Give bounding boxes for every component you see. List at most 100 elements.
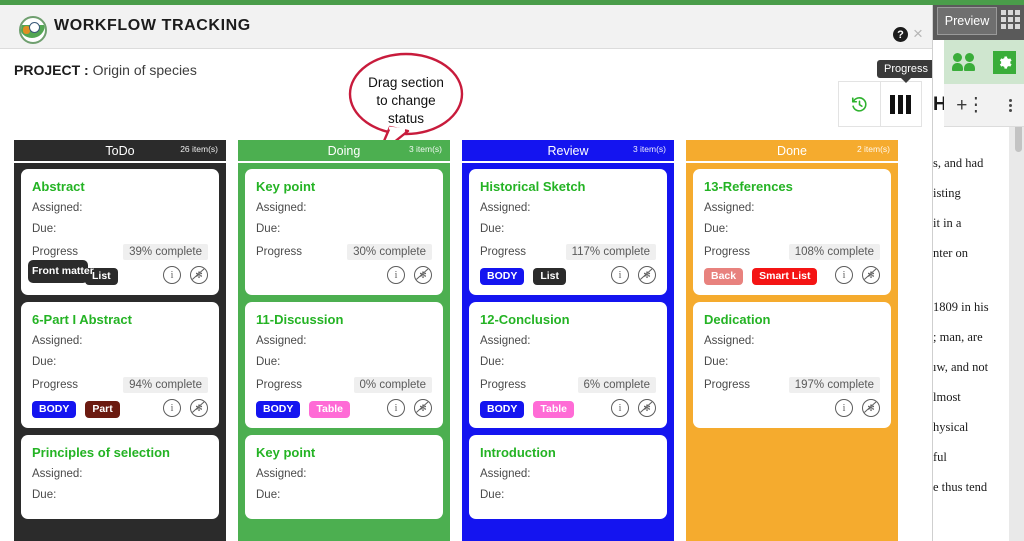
column-card-list: 13-ReferencesAssigned:Due:Progress108% c…: [686, 163, 898, 541]
task-card[interactable]: AbstractAssigned:Due:Progress39% complet…: [21, 169, 219, 295]
svg-text:status: status: [388, 111, 424, 126]
info-icon[interactable]: i: [387, 266, 405, 284]
card-progress-row: Progress117% complete: [480, 244, 656, 260]
info-icon[interactable]: i: [611, 266, 629, 284]
column-card-list: Key pointAssigned:Due: Progress 30% comple…: [238, 163, 450, 541]
card-progress-label: Progress: [704, 379, 750, 391]
info-icon[interactable]: i: [387, 399, 405, 417]
kanban-column-doing[interactable]: Doing3 item(s) Key pointAssigned:Due: Prog…: [238, 140, 450, 541]
card-progress-label: Progress: [32, 246, 78, 258]
card-progress-label: Progress: [256, 246, 302, 258]
card-progress-row: Progress 30% complete: [256, 244, 432, 260]
task-card[interactable]: Principles of selectionAssigned:Due:: [21, 435, 219, 519]
card-due-label: Due:: [32, 489, 208, 501]
column-header: Doing3 item(s): [238, 140, 450, 161]
card-action-icons: i✻: [387, 266, 432, 284]
task-card[interactable]: Key pointAssigned:Due:Progress30% comple…: [245, 169, 443, 295]
card-title: 13-References: [704, 179, 880, 194]
card-title: Historical Sketch: [480, 179, 656, 194]
view-toolbar: [838, 81, 922, 127]
task-card[interactable]: Key pointAssigned:Due:: [245, 435, 443, 519]
people-icon[interactable]: [952, 53, 978, 71]
task-card[interactable]: 6-Part I AbstractAssigned:Due:Progress94…: [21, 302, 219, 428]
kanban-column-review[interactable]: Review3 item(s) Historical Sketch Assigned…: [462, 140, 674, 541]
task-card[interactable]: Historical SketchAssigned:Due:Progress11…: [469, 169, 667, 295]
apps-grid-icon[interactable]: [1001, 10, 1020, 29]
card-action-icons: i✻: [835, 399, 880, 417]
more-vertical-icon[interactable]: [1009, 99, 1012, 112]
card-progress-row: Progress94% complete: [32, 377, 208, 393]
card-tag[interactable]: BODY: [480, 268, 524, 285]
info-icon[interactable]: i: [611, 399, 629, 417]
task-card[interactable]: 13-ReferencesAssigned:Due:Progress108% c…: [693, 169, 891, 295]
no-entry-icon[interactable]: ✻: [638, 399, 656, 417]
no-entry-icon[interactable]: ✻: [414, 266, 432, 284]
progress-tooltip: Progress: [877, 60, 933, 78]
card-assigned-label: Assigned:: [704, 335, 880, 347]
card-tag[interactable]: Table: [533, 401, 574, 418]
no-entry-icon[interactable]: ✻: [190, 266, 208, 284]
task-card[interactable]: 11-DiscussionAssigned:Due:Progress0% com…: [245, 302, 443, 428]
no-entry-icon[interactable]: ✻: [414, 399, 432, 417]
card-action-icons: i✻: [163, 399, 208, 417]
no-entry-icon[interactable]: ✻: [190, 399, 208, 417]
card-tag[interactable]: Back: [704, 268, 743, 285]
info-icon[interactable]: i: [163, 266, 181, 284]
workflow-tracking-modal: WORKFLOW TRACKING ? × PROJECT : Origin o…: [0, 5, 933, 541]
no-entry-icon[interactable]: ✻: [862, 399, 880, 417]
gear-icon[interactable]: [993, 51, 1016, 74]
preview-button[interactable]: Preview: [937, 7, 997, 35]
kanban-column-todo[interactable]: ToDo26 item(s) AbstractAssigned:Due:Progr…: [14, 140, 226, 541]
card-assigned-label: Assigned:: [480, 202, 656, 214]
card-progress-value: 30% complete: [347, 244, 432, 260]
card-tag[interactable]: BODY: [32, 401, 76, 418]
card-action-icons: i✻: [835, 266, 880, 284]
card-title: 6-Part I Abstract: [32, 312, 208, 327]
card-progress-row: Progress6% complete: [480, 377, 656, 393]
no-entry-icon[interactable]: ✻: [862, 266, 880, 284]
kanban-view-button[interactable]: [880, 82, 922, 126]
project-label: PROJECT :: [14, 62, 89, 78]
help-icon[interactable]: ?: [893, 27, 908, 42]
column-header: Review3 item(s): [462, 140, 674, 161]
card-tag-row: BODY Table i ✻: [480, 400, 656, 419]
kanban-columns-icon: [890, 95, 911, 114]
card-assigned-label: Assigned:: [32, 202, 208, 214]
side-toolbar-green: [944, 40, 1024, 84]
card-tag[interactable]: List: [533, 268, 566, 285]
page-title: WORKFLOW TRACKING: [54, 17, 251, 35]
info-icon[interactable]: i: [163, 399, 181, 417]
task-card[interactable]: DedicationAssigned:Due:Progress197% comp…: [693, 302, 891, 428]
close-icon[interactable]: ×: [913, 25, 923, 42]
column-header: ToDo26 item(s): [14, 140, 226, 161]
project-line: PROJECT : Origin of species: [14, 62, 197, 78]
card-tag-row: i✻: [256, 267, 432, 286]
column-item-count: 3 item(s): [409, 144, 442, 154]
column-item-count: 26 item(s): [180, 144, 218, 154]
card-tag[interactable]: Front matter: [28, 260, 88, 283]
card-action-icons: i✻: [387, 399, 432, 417]
task-card[interactable]: IntroductionAssigned:Due:: [469, 435, 667, 519]
card-progress-value: 6% complete: [578, 377, 656, 393]
card-title: 12-Conclusion: [480, 312, 656, 327]
no-entry-icon[interactable]: ✻: [638, 266, 656, 284]
card-title: Principles of selection: [32, 445, 208, 460]
card-tag[interactable]: Part: [85, 401, 119, 418]
kanban-column-done[interactable]: Done2 item(s)13-ReferencesAssigned:Due:P…: [686, 140, 898, 541]
card-tag-row: Front matterListi✻: [32, 267, 208, 286]
card-due-label: Due:: [256, 489, 432, 501]
task-card[interactable]: 12-ConclusionAssigned:Due:Progress6% com…: [469, 302, 667, 428]
card-due-label: Due:: [256, 356, 432, 368]
card-tag[interactable]: Smart List: [752, 268, 817, 285]
card-tag[interactable]: BODY: [480, 401, 524, 418]
column-card-list: Historical SketchAssigned:Due:Progress11…: [462, 163, 674, 541]
info-icon[interactable]: i: [835, 266, 853, 284]
add-with-options-icon[interactable]: +⋮: [956, 96, 984, 115]
info-icon[interactable]: i: [835, 399, 853, 417]
card-progress-value: 39% complete: [123, 244, 208, 260]
card-tag[interactable]: BODY: [256, 401, 300, 418]
history-button[interactable]: [839, 82, 880, 126]
column-item-count: 3 item(s): [633, 144, 666, 154]
card-tag[interactable]: Table: [309, 401, 350, 418]
card-progress-label: Progress: [32, 379, 78, 391]
